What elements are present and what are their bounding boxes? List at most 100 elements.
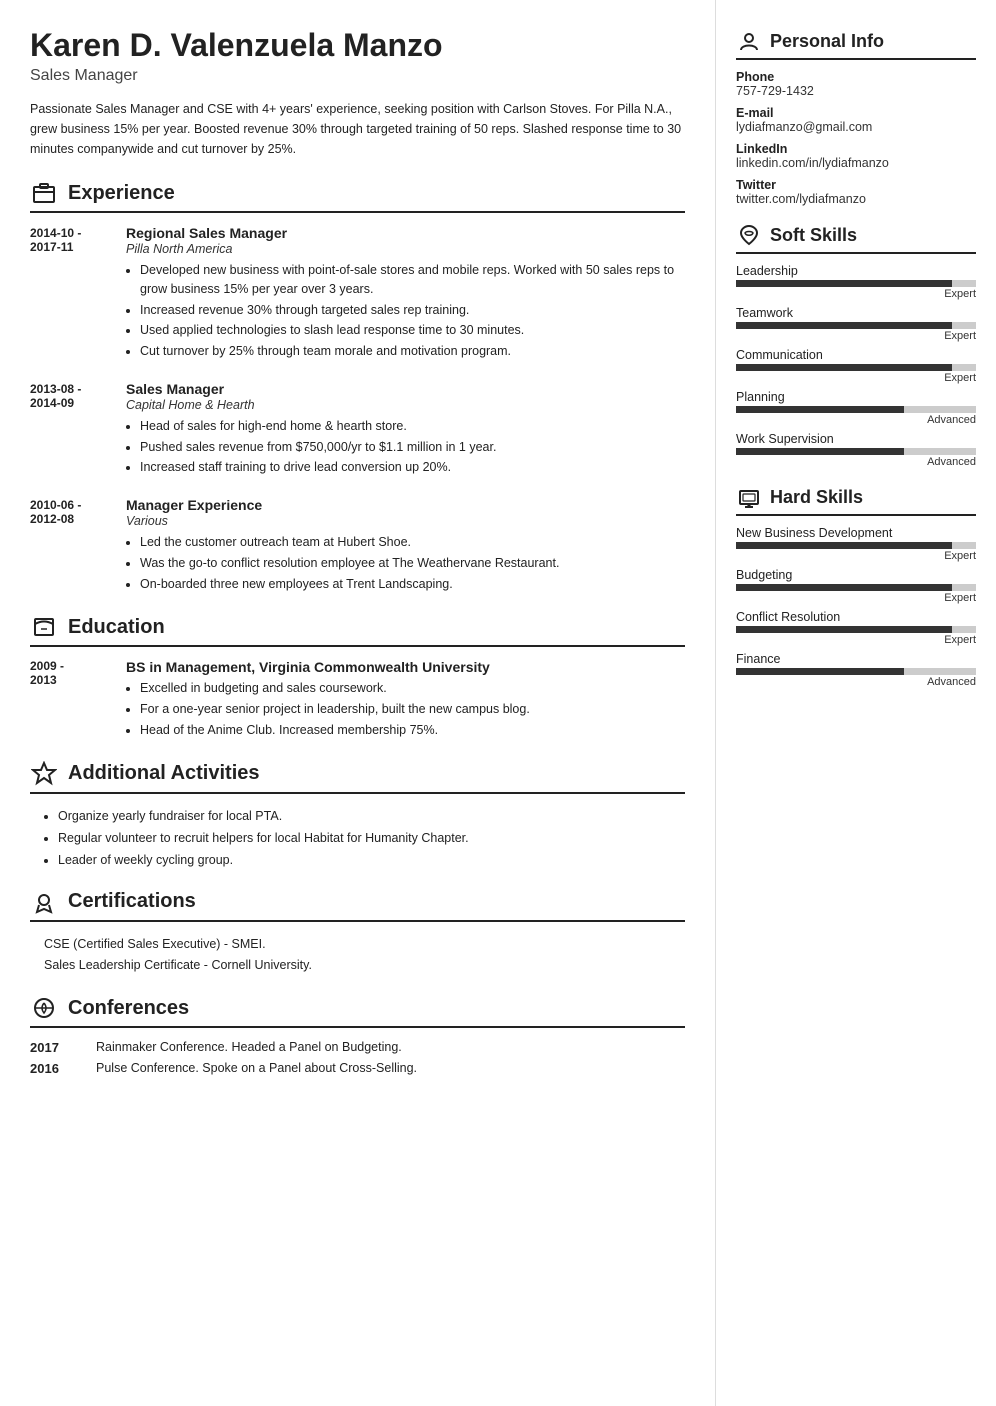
conferences-icon [30,994,58,1022]
email-value: lydiafmanzo@gmail.com [736,120,976,134]
hard-skill-bar-bg-1 [736,584,976,591]
cert-item-1: CSE (Certified Sales Executive) - SMEI. [30,934,685,955]
soft-skill-level-1: Expert [736,330,976,342]
linkedin-label: LinkedIn [736,142,976,156]
soft-skill-3: Planning Advanced [736,390,976,426]
hard-skill-0: New Business Development Expert [736,526,976,562]
education-icon [30,613,58,641]
soft-skill-name-1: Teamwork [736,306,976,320]
hard-skill-level-2: Expert [736,634,976,646]
edu-entry-1: 2009 - 2013 BS in Management, Virginia C… [30,659,685,741]
hard-skill-level-1: Expert [736,592,976,604]
soft-skill-name-3: Planning [736,390,976,404]
exp-bullet-1-1: Developed new business with point-of-sal… [140,261,685,299]
exp-bullet-1-3: Used applied technologies to slash lead … [140,321,685,340]
hard-skill-bar-bg-3 [736,668,976,675]
phone-label: Phone [736,70,976,84]
exp-company-2: Capital Home & Hearth [126,398,685,412]
hard-skill-level-3: Advanced [736,676,976,688]
candidate-name: Karen D. Valenzuela Manzo [30,28,685,63]
edu-bullets-1: Excelled in budgeting and sales coursewo… [126,679,685,739]
education-header: Education [30,613,685,647]
email-label: E-mail [736,106,976,120]
hard-skills-section: Hard Skills New Business Development Exp… [736,484,976,688]
soft-skill-name-2: Communication [736,348,976,362]
certifications-title: Certifications [68,890,196,913]
experience-header: Experience [30,179,685,213]
soft-skill-name-0: Leadership [736,264,976,278]
experience-icon [30,179,58,207]
soft-skill-level-2: Expert [736,372,976,384]
hard-skill-name-2: Conflict Resolution [736,610,976,624]
hard-skills-list: New Business Development Expert Budgetin… [736,526,976,688]
soft-skill-name-4: Work Supervision [736,432,976,446]
hard-skill-3: Finance Advanced [736,652,976,688]
certifications-icon [30,888,58,916]
edu-degree-1: BS in Management, Virginia Commonwealth … [126,659,685,675]
conf-entry-2: 2016 Pulse Conference. Spoke on a Panel … [30,1061,685,1076]
exp-bullet-2-3: Increased staff training to drive lead c… [140,458,685,477]
exp-dates-3: 2010-06 - 2012-08 [30,497,110,595]
conf-text-1: Rainmaker Conference. Headed a Panel on … [96,1040,685,1055]
conf-entry-1: 2017 Rainmaker Conference. Headed a Pane… [30,1040,685,1055]
education-section: Education 2009 - 2013 BS in Management, … [30,613,685,741]
candidate-title: Sales Manager [30,67,685,85]
soft-skill-bar-bg-1 [736,322,976,329]
hard-skill-name-3: Finance [736,652,976,666]
exp-entry-1: 2014-10 - 2017-11 Regional Sales Manager… [30,225,685,363]
exp-entry-2: 2013-08 - 2014-09 Sales Manager Capital … [30,381,685,479]
soft-skills-title: Soft Skills [770,225,857,246]
soft-skill-1: Teamwork Expert [736,306,976,342]
twitter-value: twitter.com/lydiafmanzo [736,192,976,206]
hard-skill-bar-fill-2 [736,626,952,633]
exp-bullet-3-2: Was the go-to conflict resolution employ… [140,554,685,573]
personal-info-fields: Phone 757-729-1432 E-mail lydiafmanzo@gm… [736,70,976,206]
personal-info-section: Personal Info Phone 757-729-1432 E-mail … [736,28,976,206]
edu-bullet-1-1: Excelled in budgeting and sales coursewo… [140,679,685,698]
exp-bullets-2: Head of sales for high-end home & hearth… [126,417,685,477]
certifications-section: Certifications CSE (Certified Sales Exec… [30,888,685,977]
conferences-title: Conferences [68,997,189,1020]
activity-bullet-1: Organize yearly fundraiser for local PTA… [58,806,685,826]
soft-skill-level-4: Advanced [736,456,976,468]
exp-entry-3: 2010-06 - 2012-08 Manager Experience Var… [30,497,685,595]
exp-job-title-2: Sales Manager [126,381,685,397]
soft-skill-bar-fill-3 [736,406,904,413]
edu-bullet-1-2: For a one-year senior project in leaders… [140,700,685,719]
candidate-summary: Passionate Sales Manager and CSE with 4+… [30,99,685,159]
soft-skill-0: Leadership Expert [736,264,976,300]
hard-skill-level-0: Expert [736,550,976,562]
edu-bullet-1-3: Head of the Anime Club. Increased member… [140,721,685,740]
right-column: Personal Info Phone 757-729-1432 E-mail … [716,0,996,1406]
experience-section: Experience 2014-10 - 2017-11 Regional Sa… [30,179,685,595]
conferences-section: Conferences 2017 Rainmaker Conference. H… [30,994,685,1076]
exp-bullet-2-2: Pushed sales revenue from $750,000/yr to… [140,438,685,457]
personal-info-title: Personal Info [770,31,884,52]
experience-title: Experience [68,182,175,205]
exp-content-2: Sales Manager Capital Home & Hearth Head… [126,381,685,479]
hard-skill-bar-bg-0 [736,542,976,549]
exp-dates-2: 2013-08 - 2014-09 [30,381,110,479]
personal-info-icon [736,28,762,54]
soft-skill-bar-fill-1 [736,322,952,329]
hard-skill-bar-fill-1 [736,584,952,591]
conf-year-1: 2017 [30,1040,80,1055]
exp-bullets-3: Led the customer outreach team at Hubert… [126,533,685,593]
hard-skills-header: Hard Skills [736,484,976,516]
edu-content-1: BS in Management, Virginia Commonwealth … [126,659,685,741]
soft-skill-bar-bg-4 [736,448,976,455]
hard-skills-title: Hard Skills [770,487,863,508]
phone-value: 757-729-1432 [736,84,976,98]
soft-skills-section: Soft Skills Leadership Expert Teamwork E… [736,222,976,468]
activity-bullet-2: Regular volunteer to recruit helpers for… [58,828,685,848]
exp-bullet-1-4: Cut turnover by 25% through team morale … [140,342,685,361]
exp-job-title-1: Regional Sales Manager [126,225,685,241]
cert-item-2: Sales Leadership Certificate - Cornell U… [30,955,685,976]
hard-skill-1: Budgeting Expert [736,568,976,604]
exp-company-3: Various [126,514,685,528]
hard-skill-name-0: New Business Development [736,526,976,540]
hard-skill-2: Conflict Resolution Expert [736,610,976,646]
exp-bullets-1: Developed new business with point-of-sal… [126,261,685,361]
soft-skill-level-3: Advanced [736,414,976,426]
hard-skill-bar-bg-2 [736,626,976,633]
